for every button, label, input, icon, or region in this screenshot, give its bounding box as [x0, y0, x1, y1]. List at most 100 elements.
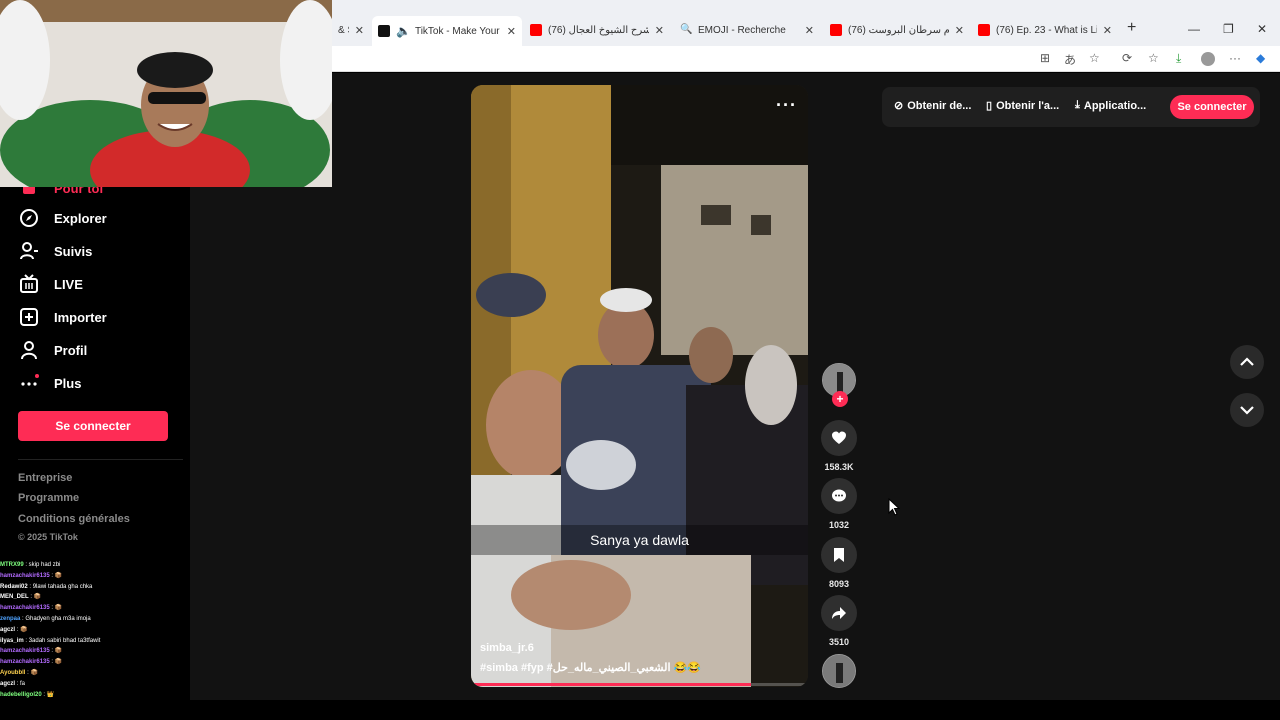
get-app-button[interactable]: ▯ Obtenir l'a... — [986, 99, 1059, 113]
close-window-icon[interactable]: ✕ — [1257, 22, 1267, 36]
chat-username: hamzachakir6135 — [0, 605, 50, 612]
video-progress-fill — [471, 683, 751, 686]
phone-icon: ▯ — [986, 100, 993, 112]
chat-line: zenpaa : Ghadyen gha m3a imoja — [0, 614, 190, 625]
heart-icon[interactable] — [821, 420, 857, 456]
video-frame — [471, 85, 808, 687]
chat-line: Redawi02 : 9lawi tahada gha chka — [0, 582, 190, 593]
tab-close-icon[interactable]: ✕ — [355, 24, 364, 37]
download-icon[interactable]: ⤓ — [1176, 51, 1181, 66]
minimize-icon[interactable]: — — [1188, 22, 1200, 36]
youtube-favicon-icon — [530, 24, 542, 36]
save-count: 8093 — [828, 579, 850, 589]
youtube-favicon-icon — [978, 24, 990, 36]
tab-close-icon[interactable]: ✕ — [805, 24, 814, 37]
sidebar-item-profil[interactable]: Profil — [18, 339, 87, 361]
browser-tab-1[interactable]: & Sp ✕ — [332, 18, 370, 42]
footer-link-programme[interactable]: Programme — [18, 492, 79, 504]
person-follow-icon — [18, 240, 40, 262]
chat-username: agczl — [0, 680, 16, 687]
live-tv-icon — [18, 273, 40, 295]
sidebar-item-suivis[interactable]: Suivis — [18, 240, 92, 262]
video-hashtags[interactable]: #simba #fyp #الشعبي_الصيني_ماله_حل 😂😂 — [480, 661, 701, 674]
chat-line: hamzachakir6135 : 📦 — [0, 657, 190, 668]
favorites-icon[interactable]: ☆ — [1148, 51, 1159, 65]
like-action[interactable]: 158.3K — [821, 420, 857, 472]
tab-title: TikTok - Make Your D — [414, 25, 501, 37]
share-icon[interactable] — [821, 595, 857, 631]
chat-username: Ayoubbll — [0, 669, 26, 676]
bookmark-icon[interactable] — [821, 537, 857, 573]
footer-link-conditions[interactable]: Conditions générales — [18, 513, 130, 525]
music-disc-avatar[interactable] — [822, 654, 856, 688]
sidebar-item-live[interactable]: LIVE — [18, 273, 83, 295]
chat-message: : 📦 — [49, 572, 63, 579]
speaker-icon[interactable]: 🔈 — [396, 24, 411, 38]
follow-plus-icon[interactable]: + — [832, 391, 848, 407]
tab-title: شرح الشيوخ العجال (76) Ft — [548, 24, 649, 36]
chat-username: ilyas_im — [0, 637, 24, 644]
compass-icon — [18, 207, 40, 229]
chat-line: hamzachakir6135 : 📦 — [0, 571, 190, 582]
tab-close-icon[interactable]: ✕ — [955, 24, 964, 37]
favorite-star-icon[interactable]: ☆ — [1089, 51, 1100, 65]
sidebar-item-plus[interactable]: Plus — [18, 372, 81, 394]
chat-username: MEN_DEL — [0, 594, 29, 601]
copilot-icon[interactable]: ◆ — [1256, 51, 1265, 65]
video-player[interactable]: ··· Sanya ya dawla simba_jr.6 #simba #fy… — [471, 85, 808, 687]
chat-message: : 📦 — [49, 605, 63, 612]
more-dots-icon — [18, 372, 40, 394]
previous-video-button[interactable] — [1230, 345, 1264, 379]
save-action[interactable]: 8093 — [821, 537, 857, 589]
copyright: © 2025 TikTok — [18, 532, 78, 542]
chat-username: hadebelligol20 — [0, 691, 42, 698]
tab-close-icon[interactable]: ✕ — [1103, 24, 1112, 37]
chat-username: zenpaa — [0, 615, 21, 622]
tab-title: (76) Ep. 23 - What is Life L — [996, 24, 1097, 36]
tiktok-favicon-icon — [378, 25, 390, 37]
sidebar-item-label: Explorer — [54, 210, 107, 226]
chat-line: hamzachakir6135 : 📦 — [0, 646, 190, 657]
next-video-button[interactable] — [1230, 393, 1264, 427]
chat-message: : 📦 — [25, 669, 38, 676]
sidebar-item-explorer[interactable]: Explorer — [18, 207, 107, 229]
sidebar-item-importer[interactable]: Importer — [18, 306, 107, 328]
share-action[interactable]: 3510 — [821, 595, 857, 647]
webcam-feed — [0, 0, 332, 187]
browser-tab-youtube-2[interactable]: (76) تصحح أم سرطان البروست ✕ — [824, 18, 970, 42]
sidebar-login-button[interactable]: Se connecter — [18, 411, 168, 441]
chat-message: : 📦 — [49, 648, 63, 655]
translate-icon[interactable]: あ — [1064, 51, 1076, 68]
profile-avatar-icon[interactable] — [1201, 52, 1215, 66]
search-favicon-icon: 🔍 — [680, 24, 693, 35]
chat-message: : Ghadyen gha m3a imoja — [20, 615, 91, 622]
comment-action[interactable]: 1032 — [821, 478, 857, 530]
browser-tab-search[interactable]: 🔍 EMOJI - Recherche ✕ — [674, 18, 820, 42]
video-more-options-icon[interactable]: ··· — [776, 95, 797, 116]
restore-icon[interactable]: ❐ — [1223, 22, 1234, 36]
comment-icon[interactable] — [821, 478, 857, 514]
chat-line: MTRX99 : skip had zbi — [0, 560, 190, 571]
browser-tab-tiktok[interactable]: 🔈 TikTok - Make Your D ✕ — [372, 16, 522, 46]
sidebar-item-label: Profil — [54, 342, 88, 358]
footer-link-entreprise[interactable]: Entreprise — [18, 472, 72, 484]
extension-icon[interactable]: ⟳ — [1122, 51, 1132, 65]
browser-tab-youtube-3[interactable]: (76) Ep. 23 - What is Life L ✕ — [972, 18, 1118, 42]
tab-close-icon[interactable]: ✕ — [507, 25, 516, 38]
screen: & Sp ✕ 🔈 TikTok - Make Your D ✕ شرح الشي… — [0, 0, 1280, 720]
video-author[interactable]: simba_jr.6 — [480, 642, 534, 654]
get-coins-button[interactable]: ⊘ Obtenir de... — [894, 99, 971, 113]
top-login-button[interactable]: Se connecter — [1170, 95, 1254, 119]
apps-icon[interactable]: ⊞ — [1040, 51, 1050, 65]
new-tab-icon[interactable]: + — [1127, 19, 1136, 37]
more-menu-icon[interactable]: ··· — [1229, 51, 1241, 65]
chat-username: MTRX99 — [0, 562, 24, 568]
webcam-overlay — [0, 0, 332, 187]
pc-app-button[interactable]: ⤓ Applicatio... — [1075, 99, 1146, 112]
chat-message: : 9lawi tahada gha chka — [27, 583, 93, 590]
tab-close-icon[interactable]: ✕ — [655, 24, 664, 37]
video-progress-bar[interactable] — [471, 683, 808, 686]
chevron-up-icon — [1240, 357, 1254, 366]
video-caption: Sanya ya dawla — [471, 525, 808, 555]
browser-tab-youtube-1[interactable]: شرح الشيوخ العجال (76) Ft ✕ — [524, 18, 670, 42]
